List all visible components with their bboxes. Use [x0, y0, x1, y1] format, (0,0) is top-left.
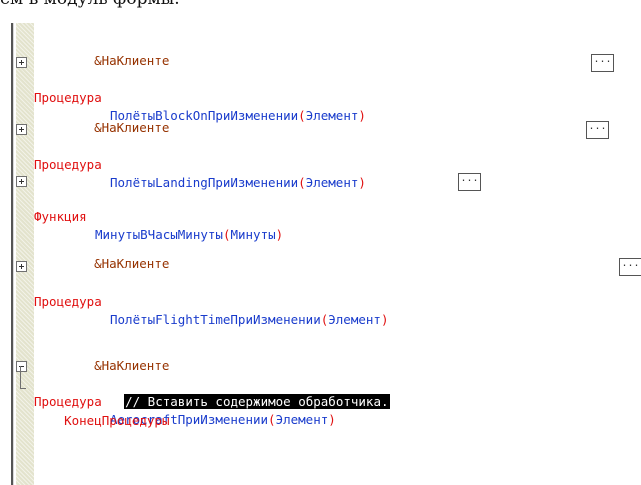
keyword: Функция: [34, 209, 87, 224]
fold-expand-icon[interactable]: [16, 176, 27, 187]
fold-expand-icon[interactable]: [16, 261, 27, 272]
fold-expand-icon[interactable]: [16, 57, 27, 68]
collapsed-body-button[interactable]: ...: [619, 258, 641, 276]
param-name: Минуты: [230, 227, 276, 242]
code-line: &НаКлиенте: [64, 237, 169, 271]
code-line: // Вставить содержимое обработчика.: [94, 375, 390, 409]
page-text-fragment: ем в модуль формы.: [0, 0, 180, 9]
fold-expand-icon[interactable]: [16, 124, 27, 135]
code-line: &НаКлиенте: [64, 339, 169, 373]
code-line: &НаКлиенте: [64, 34, 169, 68]
param-name: Элемент: [328, 312, 381, 327]
collapsed-body-button[interactable]: ...: [458, 173, 481, 191]
keyword: Процедура: [34, 294, 102, 309]
code-line: Процедура ПолётыBlockOnПриИзменении(Элем…: [16, 53, 624, 123]
editor-border-light: [13, 23, 14, 485]
code-line: Процедура AerocraftПриИзменении(Элемент): [16, 357, 554, 427]
code-line: Функция МинутыВЧасыМинуты(Минуты) ...: [16, 172, 624, 242]
code-line: Процедура ПолётыLandingПриИзменении(Элем…: [16, 120, 624, 190]
fold-guide-end: [20, 388, 26, 389]
code-line: КонецПроцедуры: [34, 394, 169, 428]
editor-gutter: [16, 23, 34, 485]
code-editor[interactable]: &НаКлиенте Процедура ПолётыBlockOnПриИзм…: [16, 23, 641, 485]
procedure-name: ПолётыFlightTimeПриИзменении: [110, 312, 321, 327]
fold-guide-line: [20, 366, 21, 388]
end-keyword: КонецПроцедуры: [64, 413, 170, 428]
fold-collapse-icon[interactable]: [16, 361, 27, 372]
param-name: Элемент: [275, 412, 329, 427]
code-line: &НаКлиенте: [64, 101, 169, 135]
collapsed-body-button[interactable]: ...: [591, 54, 614, 72]
collapsed-body-button[interactable]: ...: [586, 121, 609, 139]
code-line: Процедура ПолётыFlightTimeПриИзменении(Э…: [16, 257, 641, 327]
